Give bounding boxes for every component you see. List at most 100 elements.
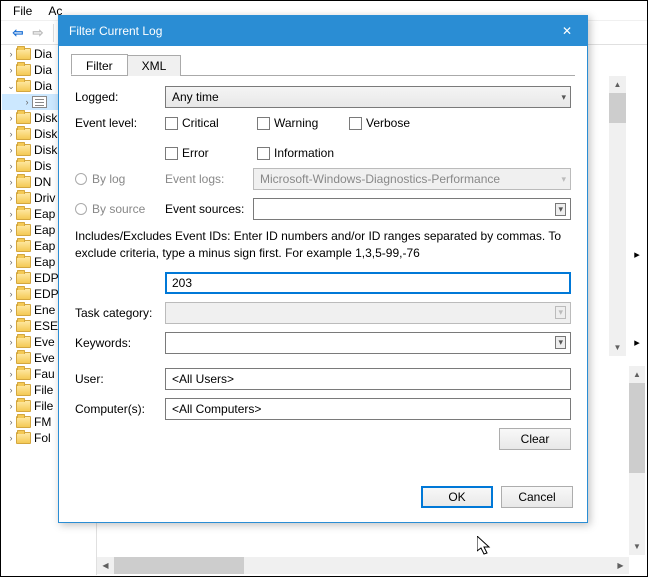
label-event-sources: Event sources: — [165, 202, 253, 216]
tree-expander-icon[interactable]: › — [6, 385, 16, 395]
tree-item-label: ESE — [34, 319, 58, 333]
tree-expander-icon[interactable]: › — [6, 433, 16, 443]
ok-button[interactable]: OK — [421, 486, 493, 508]
tree-item-label: Eap — [34, 239, 55, 253]
tree-item-label: Eve — [34, 335, 55, 349]
keywords-dropdown[interactable]: ▾ — [165, 332, 571, 354]
tree-expander-icon[interactable]: › — [6, 273, 16, 283]
checkbox-verbose[interactable]: Verbose — [349, 116, 421, 130]
label-event-level: Event level: — [75, 116, 165, 130]
tree-expander-icon[interactable]: › — [6, 369, 16, 379]
tree-item-label: Eve — [34, 351, 55, 365]
tab-filter[interactable]: Filter — [71, 54, 128, 75]
hscroll-right-icon[interactable]: ▶ — [612, 557, 629, 574]
checkbox-critical-label: Critical — [182, 116, 219, 130]
actions-scroll-thumb[interactable] — [629, 383, 645, 473]
event-id-description: Includes/Excludes Event IDs: Enter ID nu… — [75, 228, 571, 262]
tree-expander-icon[interactable]: › — [6, 49, 16, 59]
chevron-down-icon: ▾ — [555, 203, 566, 216]
chevron-down-icon: ▾ — [555, 306, 566, 319]
scroll-down-icon[interactable]: ▼ — [609, 339, 626, 356]
hscroll-thumb[interactable] — [114, 557, 244, 574]
close-button[interactable]: ✕ — [547, 16, 587, 46]
actions-panel-strip: ▸ ▸ ▲ ▼ — [628, 46, 646, 575]
tree-item-label: Disk — [34, 127, 57, 141]
log-icon — [32, 96, 47, 108]
folder-icon — [16, 400, 31, 412]
dialog-titlebar[interactable]: Filter Current Log ✕ — [59, 16, 587, 46]
tree-item-label: Dia — [34, 63, 52, 77]
horizontal-scrollbar[interactable]: ◀ ▶ — [97, 557, 629, 574]
checkbox-icon — [165, 147, 178, 160]
folder-icon — [16, 352, 31, 364]
tree-expander-icon[interactable]: › — [6, 401, 16, 411]
tree-expander-icon[interactable]: › — [6, 161, 16, 171]
tree-item-label: EDP — [34, 287, 59, 301]
tree-expander-icon[interactable]: › — [6, 289, 16, 299]
tree-expander-icon[interactable]: › — [6, 353, 16, 363]
label-event-logs: Event logs: — [165, 172, 253, 186]
action-arrow-2[interactable]: ▸ — [629, 334, 645, 350]
tree-expander-icon[interactable]: › — [6, 241, 16, 251]
tree-expander-icon[interactable]: › — [6, 257, 16, 267]
computers-input[interactable]: <All Computers> — [165, 398, 571, 420]
action-arrow-1[interactable]: ▸ — [629, 246, 645, 262]
tree-item-label: EDP — [34, 271, 59, 285]
actions-scrollbar[interactable]: ▲ ▼ — [629, 366, 645, 555]
folder-icon — [16, 288, 31, 300]
menu-file[interactable]: File — [5, 2, 40, 20]
tab-xml[interactable]: XML — [127, 55, 182, 76]
tree-expander-icon[interactable]: › — [6, 321, 16, 331]
tree-expander-icon[interactable]: › — [6, 225, 16, 235]
tree-expander-icon[interactable]: › — [6, 417, 16, 427]
cancel-button[interactable]: Cancel — [501, 486, 573, 508]
clear-button[interactable]: Clear — [499, 428, 571, 450]
chevron-down-icon: ▾ — [561, 174, 566, 185]
scroll-up-icon[interactable]: ▲ — [609, 76, 626, 93]
tree-item-label: File — [34, 399, 53, 413]
tree-expander-icon[interactable]: › — [6, 193, 16, 203]
chevron-down-icon: ▾ — [555, 336, 566, 349]
tree-expander-icon[interactable]: ⌄ — [6, 81, 16, 92]
label-user: User: — [75, 372, 165, 386]
tree-expander-icon[interactable]: › — [6, 209, 16, 219]
logged-dropdown[interactable]: Any time ▾ — [165, 86, 571, 108]
tree-expander-icon[interactable]: › — [6, 177, 16, 187]
event-sources-dropdown[interactable]: ▾ — [253, 198, 571, 220]
label-task-category: Task category: — [75, 306, 165, 320]
tree-item-label: Eap — [34, 255, 55, 269]
checkbox-verbose-label: Verbose — [366, 116, 410, 130]
tree-item-label: Fau — [34, 367, 55, 381]
tree-expander-icon[interactable]: › — [6, 145, 16, 155]
folder-icon — [16, 416, 31, 428]
tree-item-label: Dis — [34, 159, 51, 173]
tree-expander-icon[interactable]: › — [6, 305, 16, 315]
folder-icon — [16, 320, 31, 332]
tree-item-label: FM — [34, 415, 51, 429]
label-by-source: By source — [92, 202, 145, 216]
checkbox-critical[interactable]: Critical — [165, 116, 237, 130]
tree-expander-icon[interactable]: › — [6, 129, 16, 139]
event-id-input[interactable]: 203 — [165, 272, 571, 294]
checkbox-error[interactable]: Error — [165, 146, 237, 160]
folder-icon — [16, 80, 31, 92]
checkbox-warning[interactable]: Warning — [257, 116, 329, 130]
tree-expander-icon[interactable]: › — [6, 337, 16, 347]
radio-by-source — [75, 203, 87, 215]
folder-icon — [16, 304, 31, 316]
tree-expander-icon[interactable]: › — [6, 113, 16, 123]
actions-scroll-up-icon[interactable]: ▲ — [629, 366, 645, 383]
user-input[interactable]: <All Users> — [165, 368, 571, 390]
vertical-scrollbar[interactable]: ▲ ▼ — [609, 76, 626, 356]
actions-scroll-down-icon[interactable]: ▼ — [629, 538, 645, 555]
tree-expander-icon[interactable]: › — [6, 65, 16, 75]
label-computers: Computer(s): — [75, 402, 165, 416]
hscroll-left-icon[interactable]: ◀ — [97, 557, 114, 574]
checkbox-information[interactable]: Information — [257, 146, 357, 160]
folder-icon — [16, 432, 31, 444]
scroll-thumb[interactable] — [609, 93, 626, 123]
tree-item-label: Disk — [34, 143, 57, 157]
nav-back-icon[interactable]: ⇦ — [9, 24, 27, 42]
tree-expander-icon[interactable]: › — [22, 97, 32, 107]
folder-icon — [16, 336, 31, 348]
